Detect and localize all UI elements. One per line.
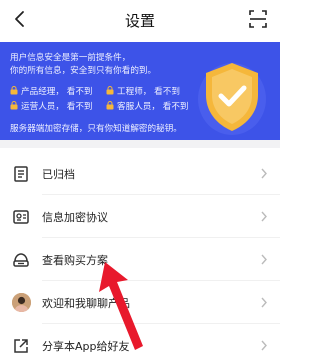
- banner-footer: 服务器端加密存储，只有你知道解密的秘钥。: [10, 124, 182, 134]
- menu-item-encryption-protocol[interactable]: 信息加密协议: [0, 196, 280, 238]
- permission-role: 工程师，: [117, 87, 152, 97]
- scan-icon: [249, 10, 267, 28]
- menu-item-archived[interactable]: 已归档: [0, 153, 280, 195]
- row-separator: [42, 323, 280, 324]
- chevron-left-icon: [15, 11, 24, 27]
- page-title: 设置: [124, 12, 155, 30]
- permission-status: 看不到: [66, 87, 93, 97]
- chevron-right-icon: [261, 211, 267, 222]
- top-bar: 设置: [0, 0, 280, 40]
- permission-item: 产品经理， 看不到: [10, 86, 93, 98]
- permission-status: 看不到: [154, 87, 180, 97]
- avatar: [12, 293, 31, 312]
- security-banner: 用户信息安全是第一前提条件， 你的所有信息，安全到只有你看的到。 产品经理， 看…: [0, 42, 280, 140]
- permission-role: 运营人员，: [21, 102, 64, 112]
- lock-icon: [10, 86, 18, 95]
- share-icon: [14, 339, 28, 353]
- menu-item-label: 欢迎和我聊聊产品: [42, 297, 130, 310]
- lock-icon: [10, 101, 18, 110]
- row-separator: [42, 280, 280, 281]
- menu-item-purchase-plan[interactable]: 查看购买方案: [0, 239, 280, 281]
- row-separator: [42, 194, 280, 195]
- menu-item-label: 分享本App给好友: [42, 340, 130, 353]
- archive-icon: [14, 166, 28, 182]
- banner-line-2: 你的所有信息，安全到只有你看的到。: [10, 66, 157, 76]
- permission-role: 客服人员，: [117, 102, 160, 112]
- row-separator: [42, 237, 280, 238]
- chevron-right-icon: [261, 168, 267, 179]
- encryption-protocol-icon: [13, 210, 29, 224]
- chevron-right-icon: [261, 340, 267, 351]
- menu-item-label: 已归档: [42, 168, 75, 181]
- back-button[interactable]: [10, 8, 32, 30]
- permission-item: 工程师， 看不到: [106, 86, 180, 98]
- permission-role: 产品经理，: [21, 87, 64, 97]
- section-divider: [0, 140, 280, 148]
- lock-icon: [106, 86, 114, 95]
- menu-item-label: 信息加密协议: [42, 211, 108, 224]
- chevron-right-icon: [261, 254, 267, 265]
- scan-button[interactable]: [248, 9, 268, 29]
- menu-item-label: 查看购买方案: [42, 254, 108, 267]
- purchase-plan-icon: [13, 253, 29, 267]
- permission-item: 客服人员， 看不到: [106, 101, 189, 113]
- permission-status: 看不到: [66, 102, 93, 112]
- banner-line-1: 用户信息安全是第一前提条件，: [10, 53, 131, 63]
- menu-item-share-app[interactable]: 分享本App给好友: [0, 325, 280, 360]
- menu-item-chat-about-product[interactable]: 欢迎和我聊聊产品: [0, 282, 280, 324]
- lock-icon: [106, 101, 114, 110]
- chevron-right-icon: [261, 297, 267, 308]
- permission-status: 看不到: [162, 102, 189, 112]
- permission-item: 运营人员， 看不到: [10, 101, 93, 113]
- shield-check-icon: [198, 63, 266, 135]
